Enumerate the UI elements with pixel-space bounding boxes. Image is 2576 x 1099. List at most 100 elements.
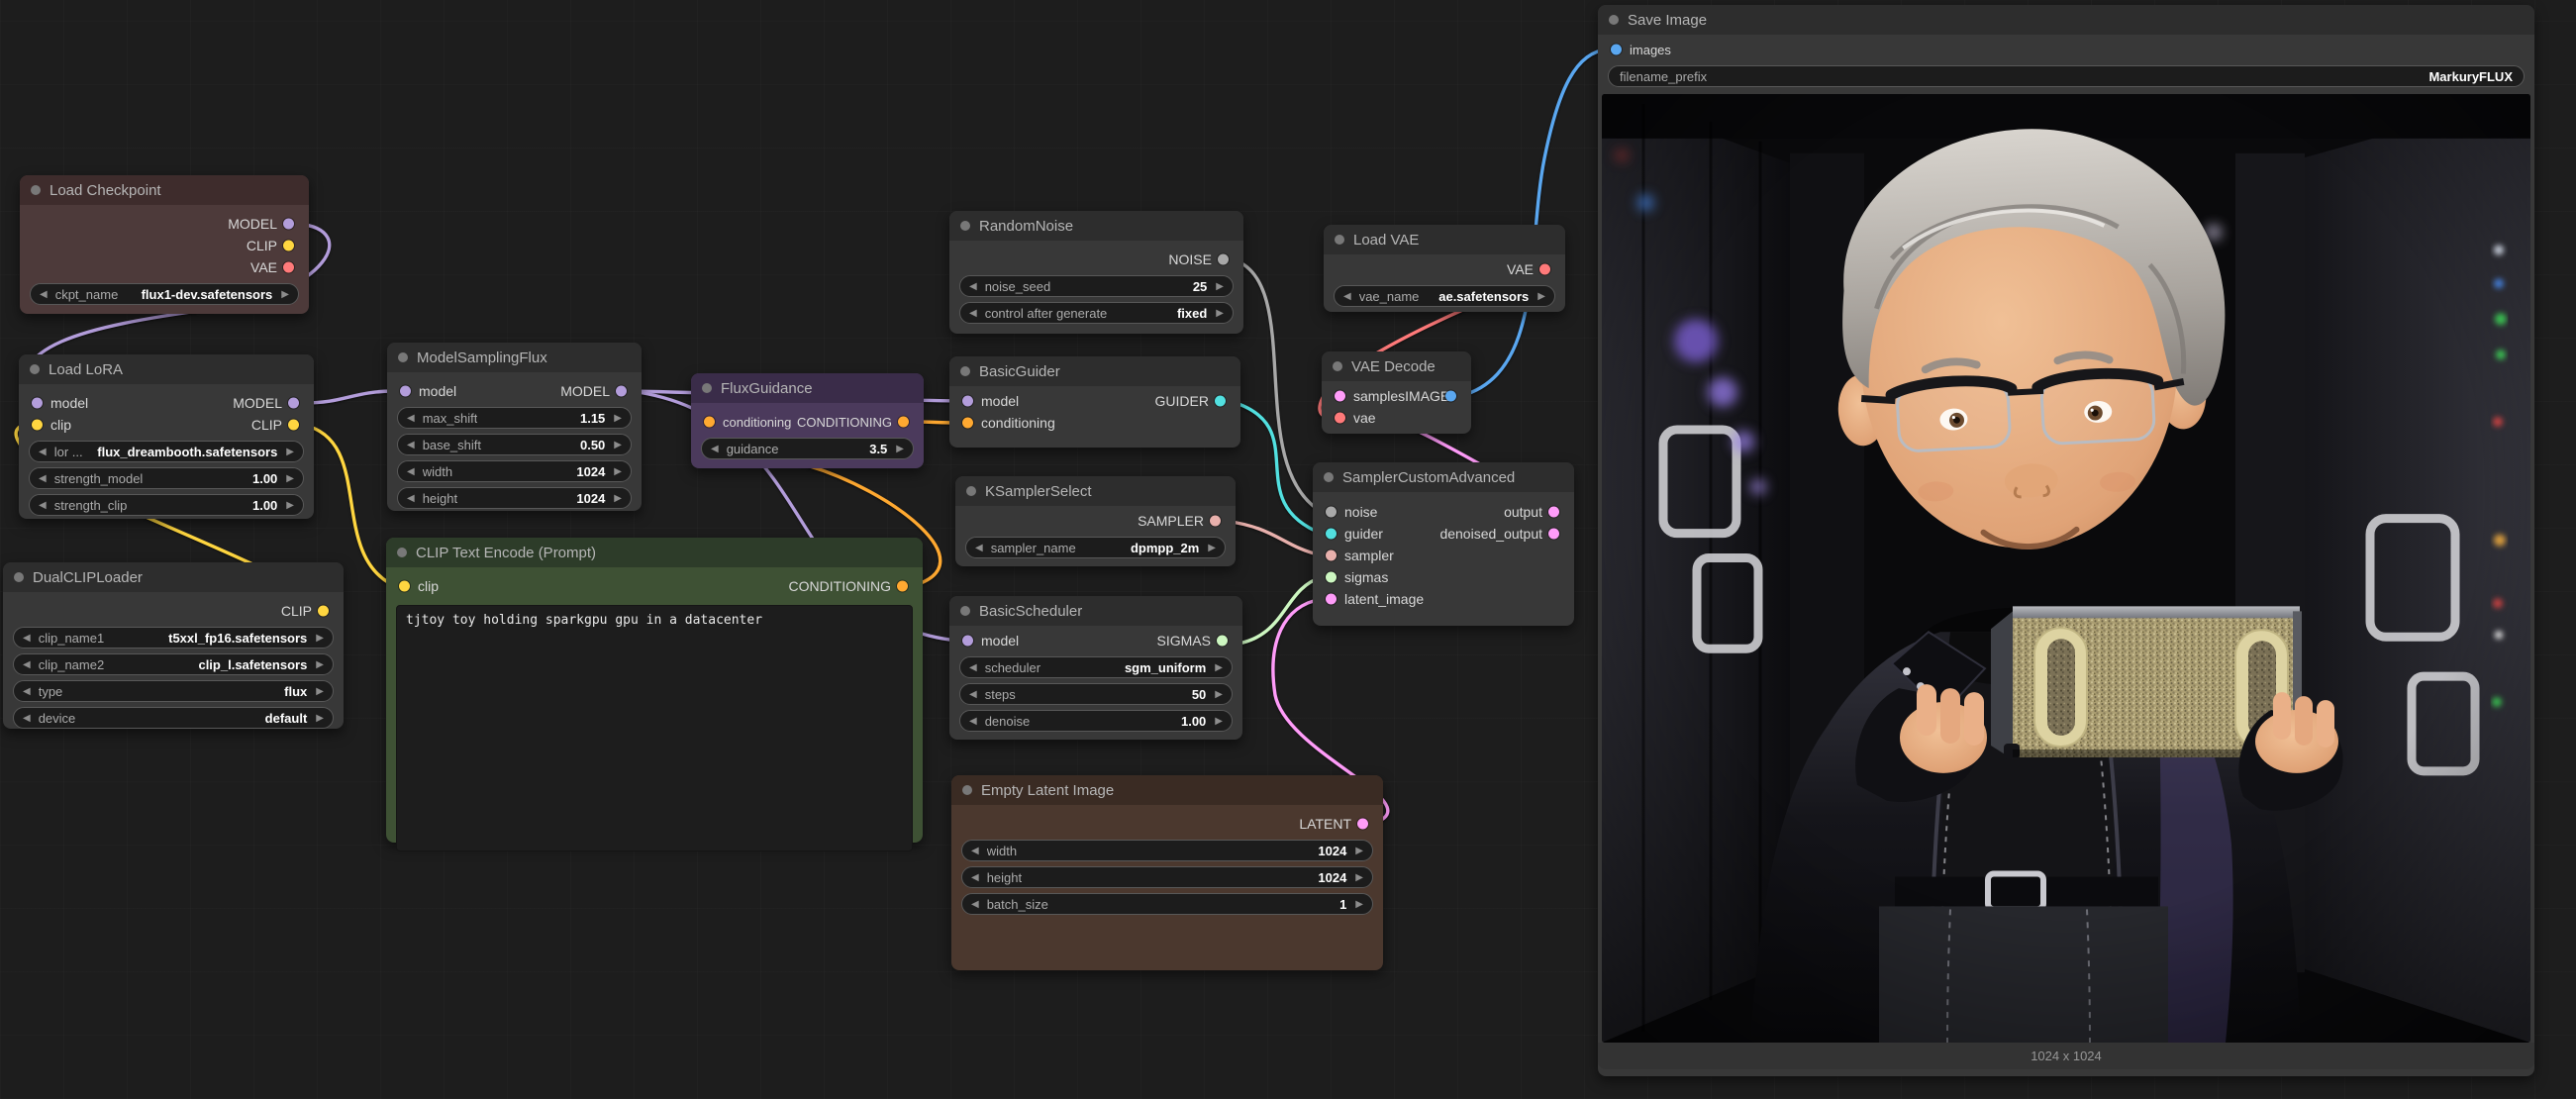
- combo-right-arrow-icon[interactable]: ▶: [1355, 899, 1363, 910]
- port-model-input[interactable]: [962, 636, 973, 647]
- combo-right-arrow-icon[interactable]: ▶: [316, 713, 324, 724]
- node-header[interactable]: BasicScheduler: [949, 596, 1242, 626]
- widget-width[interactable]: ◀width1024▶: [397, 460, 632, 482]
- widget-clip-name1[interactable]: ◀clip_name1t5xxl_fp16.safetensors▶: [13, 627, 334, 649]
- combo-right-arrow-icon[interactable]: ▶: [1355, 872, 1363, 883]
- port-clip-input[interactable]: [32, 420, 43, 431]
- port-sampler-output[interactable]: [1210, 516, 1221, 527]
- node-save-image[interactable]: Save Image images filename_prefixMarkury…: [1598, 5, 2534, 1076]
- port-noise-output[interactable]: [1218, 254, 1229, 265]
- node-empty-latent-image[interactable]: Empty Latent Image LATENT ◀width1024▶ ◀h…: [951, 775, 1383, 970]
- node-header[interactable]: CLIP Text Encode (Prompt): [386, 538, 923, 567]
- combo-right-arrow-icon[interactable]: ▶: [286, 500, 294, 511]
- widget-guidance[interactable]: ◀guidance3.5▶: [701, 438, 914, 459]
- combo-left-arrow-icon[interactable]: ◀: [23, 659, 31, 670]
- port-samples-input[interactable]: [1335, 391, 1345, 402]
- combo-left-arrow-icon[interactable]: ◀: [969, 662, 977, 673]
- combo-right-arrow-icon[interactable]: ▶: [1216, 281, 1224, 292]
- node-load-lora[interactable]: Load LoRA modelMODEL clipCLIP ◀lor ...fl…: [19, 354, 314, 519]
- collapse-dot-icon[interactable]: [31, 185, 41, 195]
- combo-right-arrow-icon[interactable]: ▶: [316, 659, 324, 670]
- port-vae-output[interactable]: [1539, 264, 1550, 275]
- node-header[interactable]: Load Checkpoint: [20, 175, 309, 205]
- combo-left-arrow-icon[interactable]: ◀: [969, 281, 977, 292]
- collapse-dot-icon[interactable]: [14, 572, 24, 582]
- port-clip-output[interactable]: [283, 241, 294, 251]
- widget-base-shift[interactable]: ◀base_shift0.50▶: [397, 434, 632, 455]
- widget-scheduler[interactable]: ◀schedulersgm_uniform▶: [959, 656, 1233, 678]
- prompt-textarea[interactable]: tjtoy toy holding sparkgpu gpu in a data…: [396, 605, 913, 851]
- node-dual-clip-loader[interactable]: DualCLIPLoader CLIP ◀clip_name1t5xxl_fp1…: [3, 562, 344, 729]
- collapse-dot-icon[interactable]: [1609, 15, 1619, 25]
- widget-sampler-name[interactable]: ◀sampler_namedpmpp_2m▶: [965, 537, 1226, 558]
- collapse-dot-icon[interactable]: [962, 785, 972, 795]
- collapse-dot-icon[interactable]: [702, 383, 712, 393]
- combo-right-arrow-icon[interactable]: ▶: [1216, 308, 1224, 319]
- port-model-output[interactable]: [616, 386, 627, 397]
- combo-left-arrow-icon[interactable]: ◀: [40, 289, 48, 300]
- collapse-dot-icon[interactable]: [1324, 472, 1334, 482]
- combo-right-arrow-icon[interactable]: ▶: [1215, 689, 1223, 700]
- widget-lora-name[interactable]: ◀lor ...flux_dreambooth.safetensors▶: [29, 441, 304, 462]
- node-header[interactable]: FluxGuidance: [691, 373, 924, 403]
- port-model-output[interactable]: [288, 398, 299, 409]
- port-guider-output[interactable]: [1215, 396, 1226, 407]
- combo-right-arrow-icon[interactable]: ▶: [1355, 846, 1363, 856]
- combo-right-arrow-icon[interactable]: ▶: [1208, 543, 1216, 553]
- port-guider-input[interactable]: [1326, 529, 1337, 540]
- port-images-input[interactable]: [1611, 45, 1622, 55]
- port-clip-input[interactable]: [399, 581, 410, 592]
- node-header[interactable]: VAE Decode: [1322, 351, 1471, 381]
- combo-left-arrow-icon[interactable]: ◀: [39, 500, 47, 511]
- widget-clip-name2[interactable]: ◀clip_name2clip_l.safetensors▶: [13, 653, 334, 675]
- collapse-dot-icon[interactable]: [1335, 235, 1344, 245]
- combo-left-arrow-icon[interactable]: ◀: [407, 466, 415, 477]
- node-header[interactable]: RandomNoise: [949, 211, 1243, 241]
- combo-right-arrow-icon[interactable]: ▶: [614, 413, 622, 424]
- widget-filename-prefix[interactable]: filename_prefixMarkuryFLUX: [1608, 65, 2525, 87]
- node-header[interactable]: Load LoRA: [19, 354, 314, 384]
- node-header[interactable]: Save Image: [1598, 5, 2534, 35]
- widget-vae-name[interactable]: ◀vae_nameae.safetensors▶: [1334, 285, 1555, 307]
- port-clip-output[interactable]: [318, 606, 329, 617]
- combo-right-arrow-icon[interactable]: ▶: [316, 686, 324, 697]
- combo-right-arrow-icon[interactable]: ▶: [614, 493, 622, 504]
- node-basic-scheduler[interactable]: BasicScheduler modelSIGMAS ◀schedulersgm…: [949, 596, 1242, 740]
- combo-right-arrow-icon[interactable]: ▶: [1215, 716, 1223, 727]
- node-ksampler-select[interactable]: KSamplerSelect SAMPLER ◀sampler_namedpmp…: [955, 476, 1236, 566]
- combo-left-arrow-icon[interactable]: ◀: [407, 440, 415, 450]
- combo-left-arrow-icon[interactable]: ◀: [969, 716, 977, 727]
- port-conditioning-input[interactable]: [962, 418, 973, 429]
- port-noise-input[interactable]: [1326, 507, 1337, 518]
- port-model-input[interactable]: [32, 398, 43, 409]
- collapse-dot-icon[interactable]: [960, 221, 970, 231]
- collapse-dot-icon[interactable]: [960, 606, 970, 616]
- collapse-dot-icon[interactable]: [398, 352, 408, 362]
- combo-left-arrow-icon[interactable]: ◀: [975, 543, 983, 553]
- widget-height[interactable]: ◀height1024▶: [961, 866, 1373, 888]
- combo-right-arrow-icon[interactable]: ▶: [1537, 291, 1545, 302]
- combo-left-arrow-icon[interactable]: ◀: [39, 447, 47, 457]
- node-graph-canvas[interactable]: Load Checkpoint MODEL CLIP VAE ◀ckpt_nam…: [0, 0, 2576, 1099]
- port-clip-output[interactable]: [288, 420, 299, 431]
- port-sampler-input[interactable]: [1326, 550, 1337, 561]
- port-latent-image-input[interactable]: [1326, 594, 1337, 605]
- port-model-input[interactable]: [400, 386, 411, 397]
- link-image[interactable]: [1460, 50, 1608, 396]
- combo-left-arrow-icon[interactable]: ◀: [971, 899, 979, 910]
- widget-batch-size[interactable]: ◀batch_size1▶: [961, 893, 1373, 915]
- combo-right-arrow-icon[interactable]: ▶: [316, 633, 324, 644]
- widget-type[interactable]: ◀typeflux▶: [13, 680, 334, 702]
- collapse-dot-icon[interactable]: [966, 486, 976, 496]
- combo-right-arrow-icon[interactable]: ▶: [1215, 662, 1223, 673]
- collapse-dot-icon[interactable]: [397, 548, 407, 557]
- combo-left-arrow-icon[interactable]: ◀: [23, 633, 31, 644]
- combo-right-arrow-icon[interactable]: ▶: [286, 473, 294, 484]
- node-header[interactable]: DualCLIPLoader: [3, 562, 344, 592]
- widget-denoise[interactable]: ◀denoise1.00▶: [959, 710, 1233, 732]
- combo-left-arrow-icon[interactable]: ◀: [39, 473, 47, 484]
- port-conditioning-output[interactable]: [898, 417, 909, 428]
- combo-left-arrow-icon[interactable]: ◀: [23, 713, 31, 724]
- link-lora-model[interactable]: [303, 391, 396, 403]
- node-model-sampling-flux[interactable]: ModelSamplingFlux modelMODEL ◀max_shift1…: [387, 343, 642, 511]
